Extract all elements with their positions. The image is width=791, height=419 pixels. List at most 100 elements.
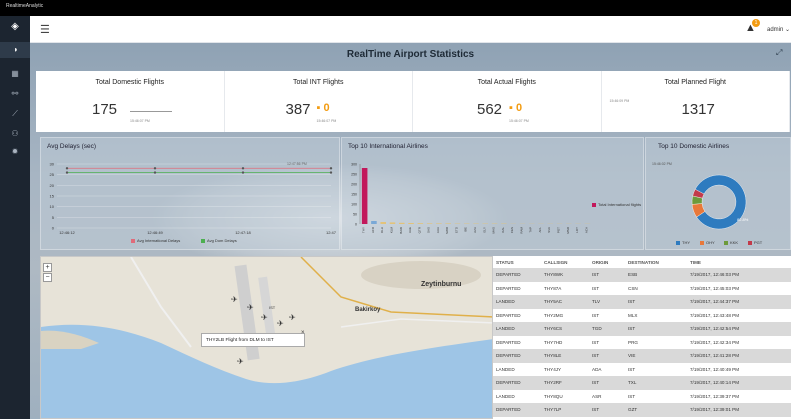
col-callsign[interactable]: CALLSIGN: [541, 256, 589, 268]
stat-value: 1317: [681, 101, 715, 118]
stat-time: 15:46:09 PM: [609, 99, 630, 103]
table-cell: 7/19/2017, 12:44:37 PM: [687, 295, 791, 309]
link-icon[interactable]: ⚯: [0, 86, 30, 102]
airplane-icon[interactable]: ✈: [277, 319, 284, 328]
bar: [361, 168, 368, 224]
table-cell: DEPARTED: [493, 349, 541, 363]
x-tick-label: 12:47: [326, 230, 337, 235]
table-row[interactable]: DEPARTED THY8WK IST ESB 7/19/2017, 12:46:03 …: [493, 268, 791, 282]
col-status[interactable]: STATUS: [493, 256, 541, 268]
flight-map[interactable]: + − Zeytinburnu Bakirkoy IST ✈ ✈ ✈ ✈ ✈ ✈…: [40, 256, 493, 419]
table-row[interactable]: DEPARTED THY2RF IST TXL 7/19/2017, 12:40:14 …: [493, 376, 791, 390]
x-tick-label: TAP: [529, 227, 533, 233]
y-tick-label: 200: [351, 183, 357, 187]
col-destination[interactable]: DESTINATION: [625, 256, 687, 268]
close-icon[interactable]: ×: [301, 330, 305, 336]
gear-icon[interactable]: ✹: [0, 144, 30, 160]
table-cell: IST: [625, 322, 687, 336]
table-row[interactable]: LANDED THY6CS TGD IST 7/19/2017, 12:42:54 PM: [493, 322, 791, 336]
x-tick-label: 12:46:49: [147, 230, 163, 235]
stat-value: 562: [477, 101, 503, 118]
legend-ohy: OHY: [700, 240, 715, 245]
x-tick-label: MSR: [566, 226, 570, 234]
bar: [380, 222, 386, 224]
table-cell: DEPARTED: [493, 281, 541, 295]
stat-value: 387: [285, 101, 311, 118]
table-row[interactable]: LANDED THY5AC TLV IST 7/19/2017, 12:44:37 PM: [493, 295, 791, 309]
table-row[interactable]: DEPARTED THY7HD IST PRG 7/19/2017, 12:42:34 …: [493, 335, 791, 349]
table-row[interactable]: DEPARTED THY2MG IST MLX 7/19/2017, 12:43:48 …: [493, 308, 791, 322]
y-tick-label: 300: [351, 163, 357, 167]
table-cell: ADA: [589, 362, 625, 376]
x-tick-label: DLH: [380, 227, 384, 233]
logo-icon[interactable]: ◈: [0, 21, 30, 32]
table-cell: THY8LE: [541, 349, 589, 363]
data-point: [329, 167, 333, 170]
table-row[interactable]: LANDED THY4JY ADA IST 7/19/2017, 12:40:49 PM: [493, 362, 791, 376]
x-tick-label: LOT: [575, 227, 579, 233]
table-cell: 7/19/2017, 12:41:28 PM: [687, 349, 791, 363]
table-cell: ASR: [589, 389, 625, 403]
up-dot-icon: ▪: [316, 102, 321, 114]
top-international-panel: Top 10 International Airlines 0 50 100 150 2…: [341, 137, 644, 250]
bar: [398, 222, 405, 224]
flight-table: STATUS CALLSIGN ORIGIN DESTINATION TIME …: [493, 256, 791, 419]
table-cell: DEPARTED: [493, 335, 541, 349]
analytics-icon[interactable]: ▦: [0, 66, 30, 82]
legend-intl-total: Total International flights: [592, 202, 641, 207]
table-cell: 7/19/2017, 12:39:37 PM: [687, 389, 791, 403]
bar: [371, 221, 377, 224]
table-cell: IST: [625, 389, 687, 403]
table-cell: 7/19/2017, 12:40:14 PM: [687, 376, 791, 390]
hamburger-icon[interactable]: ☰: [40, 23, 50, 36]
table-cell: DEPARTED: [493, 376, 541, 390]
bar: [426, 223, 433, 224]
data-point: [153, 171, 157, 174]
table-cell: DEPARTED: [493, 268, 541, 282]
table-cell: TLV: [589, 295, 625, 309]
intl-chart: 0 50 100 150 200 250 300 THY AFR DLH KLM BAW UAE QTR S…: [351, 163, 591, 234]
zoom-out-button[interactable]: −: [43, 273, 52, 282]
expand-icon[interactable]: ⤢: [776, 48, 782, 58]
stat-actual: Total Actual Flights 562 ▪ 0 15:46:07 PM: [413, 71, 602, 132]
col-origin[interactable]: ORIGIN: [589, 256, 625, 268]
y-tick-label: 25: [50, 172, 55, 177]
y-tick-label: 5: [52, 215, 55, 220]
zoom-in-button[interactable]: +: [43, 263, 52, 272]
table-cell: IST: [589, 376, 625, 390]
stat-time: 15:46:07 PM: [509, 119, 529, 123]
table-cell: CSN: [625, 281, 687, 295]
airplane-icon[interactable]: ✈: [231, 295, 238, 304]
bar: [445, 223, 451, 224]
col-time[interactable]: TIME: [687, 256, 791, 268]
table-cell: THY5AC: [541, 295, 589, 309]
alert-badge: 1: [752, 19, 760, 27]
user-menu[interactable]: admin ⌄: [767, 26, 790, 33]
table-row[interactable]: DEPARTED THY7LP IST GZT 7/19/2017, 12:39:01 …: [493, 403, 791, 417]
bar: [417, 223, 424, 224]
legend-dom: Avg Dom Delays: [201, 238, 237, 243]
y-tick-label: 30: [50, 162, 55, 167]
users-icon[interactable]: ⚇: [0, 126, 30, 142]
data-point: [65, 171, 69, 174]
x-tick-label: ETD: [454, 226, 458, 233]
airplane-icon[interactable]: ✈: [237, 357, 244, 366]
table-row[interactable]: DEPARTED THY87A IST CSN 7/19/2017, 12:45:03 …: [493, 281, 791, 295]
x-tick-label: SAS: [427, 227, 431, 233]
table-row[interactable]: DEPARTED THY8LE IST VIE 7/19/2017, 12:41:28 …: [493, 349, 791, 363]
airplane-icon[interactable]: ✈: [289, 313, 296, 322]
y-tick-label: 50: [353, 213, 357, 217]
data-point: [329, 171, 333, 174]
x-tick-label: 12:46:12: [59, 230, 75, 235]
table-cell: LANDED: [493, 295, 541, 309]
airplane-icon[interactable]: ✈: [247, 303, 254, 312]
chart-icon[interactable]: ⟋: [0, 106, 30, 122]
dashboard-icon[interactable]: ◑: [0, 42, 30, 58]
bar: [389, 222, 396, 224]
airplane-icon[interactable]: ✈: [261, 313, 268, 322]
table-row[interactable]: LANDED THY8QU ASR IST 7/19/2017, 12:39:37 PM: [493, 389, 791, 403]
data-point: [241, 167, 245, 170]
up-dot-icon: ▪: [509, 102, 513, 114]
x-tick-label: QTR: [417, 226, 421, 233]
table-cell: DEPARTED: [493, 308, 541, 322]
